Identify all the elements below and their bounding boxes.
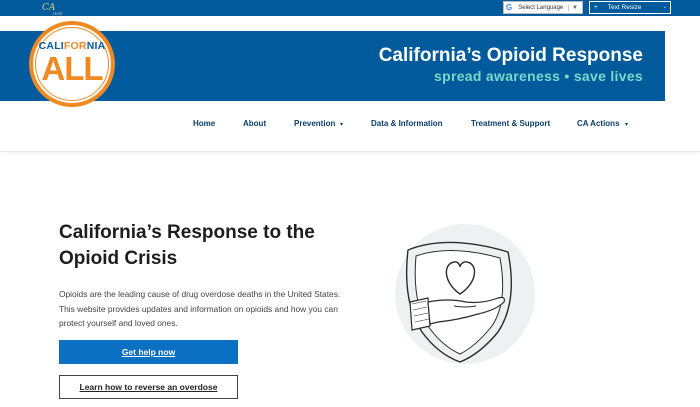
text-increase-button[interactable]: + (594, 4, 598, 11)
language-select[interactable]: G Select Language ▼ (503, 1, 583, 14)
chevron-down-icon: ▼ (568, 4, 578, 11)
site-tagline: spread awareness • save lives (434, 68, 643, 84)
get-help-button[interactable]: Get help now (59, 340, 238, 364)
nav-about[interactable]: About (243, 119, 266, 128)
nav-treatment-label: Treatment & Support (471, 119, 551, 128)
utility-bar: CA .GOV G Select Language ▼ + Text Resiz… (0, 0, 700, 16)
caret-down-icon: ▲ (339, 121, 345, 127)
text-resize-control: + Text Resize - (589, 1, 671, 14)
site-title: California’s Opioid Response (378, 45, 643, 66)
reverse-overdose-button[interactable]: Learn how to reverse an overdose (59, 375, 238, 399)
shield-heart-hand-illustration (395, 224, 535, 364)
text-decrease-button[interactable]: - (664, 4, 666, 11)
nav-prevention-label: Prevention (294, 119, 336, 128)
sleeve-cuff (409, 297, 431, 331)
nav-home[interactable]: Home (193, 119, 215, 128)
main-nav: Home About Prevention ▲ Data & Informatio… (0, 119, 700, 135)
hero-description: Opioids are the leading cause of drug ov… (59, 289, 341, 328)
nav-ca-actions-label: CA Actions (577, 119, 620, 128)
logo-word-all: ALL (41, 50, 103, 87)
nav-treatment-support[interactable]: Treatment & Support (471, 119, 550, 128)
california-all-logo[interactable]: CALIFORNIA ALL (29, 21, 115, 107)
nav-data-label: Data & Information (371, 119, 443, 128)
ca-gov-logo[interactable]: CA .GOV (42, 1, 64, 16)
nav-home-label: Home (193, 119, 216, 128)
hero-title: California’s Response to the Opioid Cris… (59, 222, 315, 269)
site-header: California’s Opioid Response spread awar… (0, 16, 700, 152)
text-resize-label: Text Resize (607, 4, 642, 11)
nav-ca-actions[interactable]: CA Actions ▲ (577, 119, 628, 128)
nav-data-information[interactable]: Data & Information (371, 119, 443, 128)
caret-down-icon: ▲ (623, 121, 629, 127)
google-icon: G (506, 3, 513, 12)
language-select-label: Select Language (518, 4, 564, 11)
nav-prevention[interactable]: Prevention ▲ (294, 119, 344, 128)
nav-about-label: About (243, 119, 267, 128)
